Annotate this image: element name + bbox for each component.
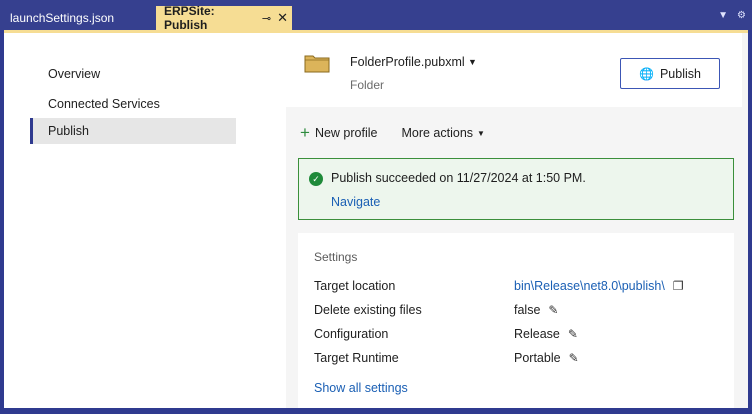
new-profile-button[interactable]: + New profile: [300, 123, 378, 142]
profile-name[interactable]: FolderProfile.pubxml: [350, 55, 465, 69]
navigate-link[interactable]: Navigate: [331, 195, 380, 209]
settings-title: Settings: [314, 250, 358, 264]
tab-launch-settings[interactable]: launchSettings.json: [2, 6, 154, 30]
setting-row-delete-existing-files: Delete existing files false ✎: [314, 303, 724, 321]
pin-icon[interactable]: ⊸: [262, 12, 271, 25]
setting-row-target-runtime: Target Runtime Portable ✎: [314, 351, 724, 369]
setting-value-text: Portable: [514, 351, 561, 365]
publish-status-banner: ✓ Publish succeeded on 11/27/2024 at 1:5…: [298, 158, 734, 220]
sidebar-item-label: Connected Services: [48, 97, 160, 111]
plus-icon: +: [300, 123, 310, 142]
publish-button-label: Publish: [659, 66, 701, 81]
show-all-settings-link[interactable]: Show all settings: [314, 381, 408, 395]
tab-strip-controls: ▼ ⚙: [718, 10, 746, 21]
document-tab-strip: launchSettings.json ERPSite: Publish ⊸ ✕…: [0, 0, 752, 32]
pencil-icon[interactable]: ✎: [548, 303, 558, 317]
sidebar: Overview Connected Services Publish: [4, 33, 286, 408]
check-circle-icon: ✓: [309, 172, 323, 186]
chevron-down-icon[interactable]: ▼: [468, 57, 477, 67]
close-icon[interactable]: ✕: [277, 10, 288, 26]
setting-value-text: false: [514, 303, 541, 317]
chevron-down-icon: ▼: [477, 128, 485, 138]
tab-label: launchSettings.json: [10, 11, 115, 25]
window-bottom-border: [0, 408, 752, 414]
sidebar-item-label: Overview: [48, 67, 101, 81]
profile-card: FolderProfile.pubxml ▼ Folder 🌐 Publish: [286, 33, 742, 107]
setting-row-target-location: Target location bin\Release\net8.0\publi…: [314, 279, 724, 297]
target-location-link[interactable]: bin\Release\net8.0\publish\: [514, 279, 665, 293]
setting-value: Release ✎: [514, 327, 578, 341]
new-profile-label: New profile: [314, 126, 378, 140]
setting-value-text: Release: [514, 327, 560, 341]
folder-icon: [304, 55, 330, 73]
setting-value: bin\Release\net8.0\publish\ ❐: [514, 279, 684, 293]
sidebar-item-label: Publish: [48, 124, 89, 138]
setting-label: Target location: [314, 279, 396, 293]
sidebar-item-publish[interactable]: Publish: [30, 118, 236, 144]
profile-actions: + New profile More actions ▼: [300, 123, 485, 143]
more-actions-button[interactable]: More actions ▼: [401, 126, 484, 140]
publish-button[interactable]: 🌐 Publish: [620, 58, 720, 89]
more-actions-label: More actions: [401, 126, 474, 140]
status-message: Publish succeeded on 11/27/2024 at 1:50 …: [331, 171, 586, 185]
copy-icon[interactable]: ❐: [673, 279, 684, 293]
sidebar-item-connected-services[interactable]: Connected Services: [30, 91, 236, 117]
setting-label: Delete existing files: [314, 303, 422, 317]
pencil-icon[interactable]: ✎: [568, 327, 578, 341]
setting-value: false ✎: [514, 303, 558, 317]
profile-type: Folder: [350, 78, 385, 92]
chevron-down-icon[interactable]: ▼: [718, 10, 728, 21]
settings-card: Settings Target location bin\Release\net…: [298, 233, 734, 408]
setting-label: Configuration: [314, 327, 389, 341]
gear-icon[interactable]: ⚙: [737, 10, 746, 21]
setting-row-configuration: Configuration Release ✎: [314, 327, 724, 345]
tab-erpsite-publish[interactable]: ERPSite: Publish ⊸ ✕: [156, 4, 292, 32]
publish-page: Overview Connected Services Publish Fold…: [4, 30, 748, 408]
sidebar-item-overview[interactable]: Overview: [30, 61, 236, 87]
setting-value: Portable ✎: [514, 351, 579, 365]
setting-label: Target Runtime: [314, 351, 399, 365]
pencil-icon[interactable]: ✎: [569, 351, 579, 365]
tab-label: ERPSite: Publish: [164, 4, 215, 32]
globe-icon: 🌐: [639, 66, 654, 81]
